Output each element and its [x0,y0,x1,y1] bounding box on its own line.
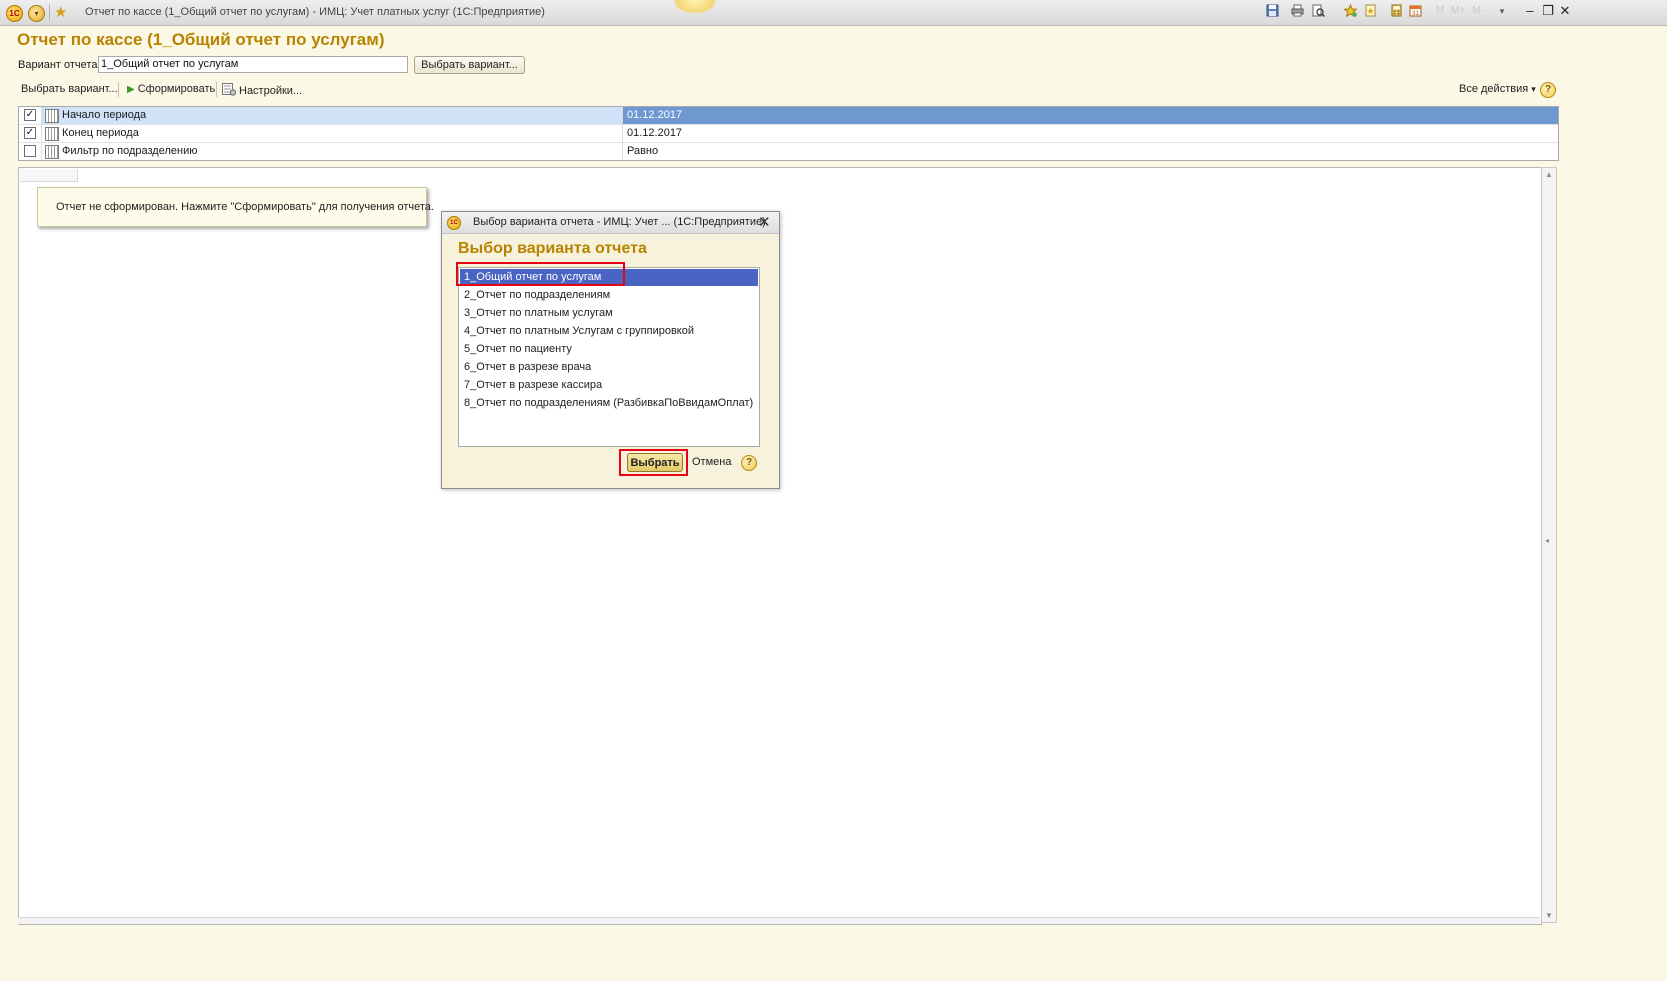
chevron-down-icon: ▾ [1531,84,1536,94]
restore-button[interactable]: ❐ [1540,3,1556,19]
cmd-generate[interactable]: ▶ Сформировать [127,83,215,95]
notice-text: Отчет не сформирован. Нажмите "Сформиров… [56,201,434,213]
help-icon: ? [741,455,757,471]
favorites-add-icon[interactable] [1342,3,1358,18]
setting-label-cell: Начало периода [41,107,623,124]
setting-label: Фильтр по подразделению [62,145,198,157]
settings-icon [222,83,237,99]
preview-icon[interactable] [1311,4,1325,18]
scroll-down-icon[interactable]: ▼ [1545,911,1553,920]
help-icon: ? [1540,82,1556,98]
scroll-marker-icon: ◂ [1545,536,1550,545]
setting-label: Конец периода [62,127,139,139]
checkbox-cell [19,143,42,160]
use-checkbox[interactable] [24,145,36,157]
minimize-button[interactable]: ‒ [1522,3,1538,18]
checkbox-cell: ✓ [19,125,42,142]
variant-field[interactable]: 1_Общий отчет по услугам [98,56,408,73]
main-menu-button[interactable]: ▾ [28,5,45,22]
setting-value: 01.12.2017 [627,109,683,121]
list-item[interactable]: 3_Отчет по платным услугам [460,305,758,322]
dialog-title: Выбор варианта отчета - ИМЦ: Учет ... (1… [473,216,766,228]
cmd-settings-label: Настройки... [239,85,303,97]
all-actions-label: Все действия [1459,83,1529,95]
setting-value-cell[interactable]: 01.12.2017 [623,125,1558,142]
filter-icon [45,145,59,159]
cmd-divider [118,82,119,97]
favorites-icon[interactable]: ★ [54,3,67,21]
history-icon[interactable] [1363,4,1377,18]
svg-text:31: 31 [1412,11,1419,17]
cmd-generate-label: Сформировать [137,83,216,95]
settings-row-department-filter[interactable]: Фильтр по подразделению Равно [19,143,1558,160]
cancel-button[interactable]: Отмена [692,456,731,468]
use-checkbox[interactable]: ✓ [24,127,36,139]
dialog-titlebar: 1С Выбор варианта отчета - ИМЦ: Учет ...… [442,212,779,234]
dialog-help-button[interactable]: ? [741,455,757,471]
titlebar-divider [49,4,50,21]
help-button[interactable]: ? [1540,82,1556,98]
app-logo-icon[interactable]: 1С [6,5,23,22]
cmd-choose-variant[interactable]: Выбрать вариант... [21,83,118,95]
setting-comparison: Равно [627,145,659,157]
highlight-selected-item [456,262,625,286]
vertical-scrollbar[interactable]: ▲ ◂ ▼ [1541,167,1557,923]
save-icon[interactable] [1265,4,1279,18]
setting-label-cell: Фильтр по подразделению [41,143,623,160]
parameter-icon [45,127,59,141]
close-icon[interactable]: ✕ [758,213,771,231]
setting-label-cell: Конец периода [41,125,623,142]
cmd-divider [216,82,217,97]
window-title: Отчет по кассе (1_Общий отчет по услугам… [85,6,545,18]
window-titlebar: 1С ▾ ★ Отчет по кассе (1_Общий отчет по … [0,0,1667,26]
horizontal-scrollbar[interactable] [18,917,1540,924]
variant-dialog: 1С Выбор варианта отчета - ИМЦ: Учет ...… [441,211,780,489]
list-item[interactable]: 7_Отчет в разрезе кассира [460,377,758,394]
play-icon: ▶ [127,84,135,95]
variant-label: Вариант отчета: [18,59,101,71]
checkbox-cell: ✓ [19,107,42,124]
list-item[interactable]: 2_Отчет по подразделениям [460,287,758,304]
list-item[interactable]: 4_Отчет по платным Услугам с группировко… [460,323,758,340]
setting-label: Начало периода [62,109,147,121]
setting-value-cell[interactable]: Равно [623,143,1558,160]
dialog-heading: Выбор варианта отчета [458,240,647,257]
setting-value-cell[interactable]: 01.12.2017 [623,107,1558,124]
list-item[interactable]: 5_Отчет по пациенту [460,341,758,358]
all-actions-menu[interactable]: Все действия ▾ [1459,83,1536,95]
dropdown-icon[interactable]: ▾ [1495,4,1509,18]
print-icon[interactable] [1290,4,1304,18]
list-item[interactable]: 6_Отчет в разрезе врача [460,359,758,376]
memory-sub-icon[interactable]: M- [1471,4,1485,18]
settings-table: ✓ Начало периода 01.12.2017 ✓ Конец пери… [18,106,1559,161]
scroll-up-icon[interactable]: ▲ [1545,170,1553,179]
settings-row-period-start[interactable]: ✓ Начало периода 01.12.2017 [19,107,1558,125]
report-area[interactable] [18,167,1542,925]
highlight-choose-button [619,449,688,476]
notification-glow [673,0,717,14]
memory-add-icon[interactable]: M+ [1451,4,1465,18]
parameter-icon [45,109,59,123]
report-corner-tab [20,169,78,182]
setting-value: 01.12.2017 [627,127,683,139]
variant-list[interactable]: 1_Общий отчет по услугам 2_Отчет по подр… [458,267,760,447]
settings-row-period-end[interactable]: ✓ Конец периода 01.12.2017 [19,125,1558,143]
page-title: Отчет по кассе (1_Общий отчет по услугам… [17,30,385,49]
cmd-settings[interactable]: Настройки... [222,83,302,99]
choose-variant-button[interactable]: Выбрать вариант... [414,56,525,74]
use-checkbox[interactable]: ✓ [24,109,36,121]
calculator-icon[interactable] [1389,4,1403,18]
report-notice: Отчет не сформирован. Нажмите "Сформиров… [37,187,434,227]
memory-icon[interactable]: M [1433,4,1447,18]
close-window-button[interactable]: ✕ [1557,3,1573,19]
list-item[interactable]: 8_Отчет по подразделениям (РазбивкаПоВви… [460,395,758,412]
app-logo-icon: 1С [447,216,461,230]
calendar-icon[interactable]: 31 [1408,4,1422,18]
